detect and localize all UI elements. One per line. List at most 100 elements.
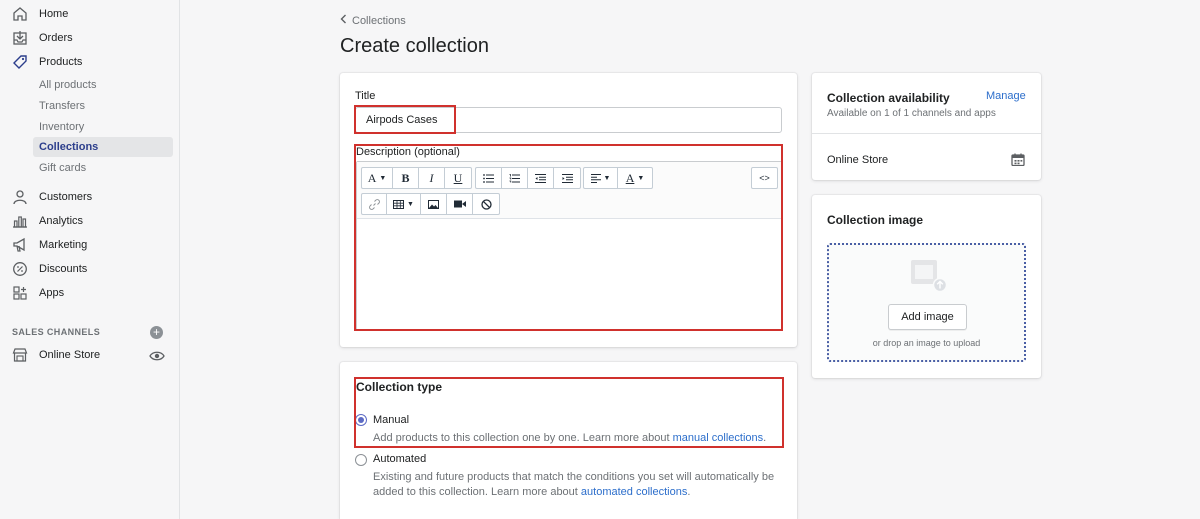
megaphone-icon [11, 236, 29, 254]
sidebar-item-label: Collections [39, 141, 99, 153]
breadcrumb[interactable]: Collections [340, 14, 406, 27]
collection-image-card: Collection image Add image or drop an im… [812, 195, 1041, 378]
html-toggle-button[interactable]: <> [752, 168, 777, 188]
insert-image-button[interactable] [421, 194, 447, 214]
clear-formatting-icon [480, 198, 492, 210]
discount-icon [11, 260, 29, 278]
title-label: Title [355, 90, 376, 102]
chevron-down-icon: ▼ [407, 200, 414, 208]
bold-icon: B [401, 170, 410, 185]
automated-collections-link[interactable]: automated collections [581, 486, 687, 498]
analytics-icon [11, 212, 29, 230]
manual-help-text: Add products to this collection one by o… [373, 431, 783, 446]
sales-channels-heading: SALES CHANNELS [12, 327, 101, 337]
description-editor: A ▼ B I U ▼ A ▼ <> ▼ [356, 161, 782, 331]
underline-button[interactable]: U [445, 168, 471, 188]
chevron-down-icon: ▼ [637, 174, 645, 182]
nav-online-store-label: Online Store [39, 349, 101, 361]
nav-customers[interactable]: Customers [0, 186, 180, 208]
availability-subtitle: Available on 1 of 1 channels and apps [827, 108, 996, 119]
nav-discounts[interactable]: Discounts [0, 258, 180, 280]
sidebar-item-label: Inventory [39, 121, 85, 133]
collection-type-card: Collection type Manual Add products to t… [340, 362, 797, 519]
align-left-icon [590, 173, 601, 183]
sidebar-item-gift-cards[interactable]: Gift cards [33, 158, 173, 178]
nav-discounts-label: Discounts [39, 263, 88, 275]
title-description-card: Title Airpods Cases Description (optiona… [340, 73, 797, 347]
text-color-button[interactable]: A ▼ [618, 168, 652, 188]
sidebar: Home Orders Products All products Transf… [0, 0, 180, 519]
sidebar-item-label: All products [39, 79, 97, 91]
manual-help: Add products to this collection one by o… [373, 432, 673, 444]
availability-title: Collection availability [827, 91, 950, 105]
sidebar-item-transfers[interactable]: Transfers [33, 96, 173, 116]
sidebar-item-label: Gift cards [39, 162, 87, 174]
home-icon [11, 5, 29, 23]
font-button[interactable]: A ▼ [362, 168, 393, 188]
tag-icon [11, 53, 29, 71]
toolbar-group-font: A ▼ B I U [361, 167, 472, 189]
breadcrumb-label: Collections [352, 14, 406, 27]
nav-orders[interactable]: Orders [0, 27, 180, 49]
outdent-button[interactable] [528, 168, 554, 188]
description-textarea[interactable] [357, 219, 781, 331]
orders-icon [11, 29, 29, 47]
bullet-list-icon [483, 173, 494, 183]
collection-availability-card: Collection availability Manage Available… [812, 73, 1041, 180]
sidebar-item-inventory[interactable]: Inventory [33, 117, 173, 137]
insert-video-button[interactable] [447, 194, 473, 214]
nav-products[interactable]: Products [0, 51, 180, 73]
calendar-icon[interactable] [1011, 153, 1025, 167]
indent-button[interactable] [554, 168, 580, 188]
sidebar-item-all-products[interactable]: All products [33, 75, 173, 95]
image-upload-icon [909, 258, 949, 294]
automated-radio[interactable] [355, 454, 367, 466]
nav-marketing-label: Marketing [39, 239, 88, 251]
manual-label: Manual [373, 414, 410, 426]
eye-icon[interactable] [149, 349, 165, 363]
toolbar-group-insert: ▼ [361, 193, 500, 215]
sidebar-item-label: Transfers [39, 100, 86, 112]
add-sales-channel-button[interactable]: + [150, 326, 163, 339]
apps-icon [11, 284, 29, 302]
manual-collections-link[interactable]: manual collections [673, 432, 764, 444]
toolbar-group-html: <> [751, 167, 778, 189]
automated-label: Automated [373, 453, 427, 465]
automated-help: Existing and future products that match … [373, 471, 775, 498]
bold-button[interactable]: B [393, 168, 419, 188]
image-dropzone[interactable]: Add image or drop an image to upload [827, 243, 1026, 362]
video-icon [453, 200, 466, 208]
nav-analytics-label: Analytics [39, 215, 84, 227]
nav-analytics[interactable]: Analytics [0, 210, 180, 232]
outdent-icon [535, 173, 546, 183]
insert-table-button[interactable]: ▼ [387, 194, 421, 214]
sidebar-item-collections[interactable]: Collections [33, 137, 173, 157]
image-icon [428, 199, 439, 209]
manual-radio[interactable] [355, 414, 367, 426]
numbered-list-button[interactable] [502, 168, 528, 188]
nav-marketing[interactable]: Marketing [0, 234, 180, 256]
link-icon [368, 198, 380, 210]
title-input-value: Airpods Cases [366, 114, 438, 126]
divider [812, 133, 1041, 134]
text-color-icon: A [625, 170, 635, 185]
nav-orders-label: Orders [39, 32, 73, 44]
insert-link-button[interactable] [362, 194, 387, 214]
add-image-button[interactable]: Add image [888, 304, 967, 330]
title-input[interactable]: Airpods Cases [355, 107, 782, 133]
bullet-list-button[interactable] [476, 168, 502, 188]
editor-toolbar: A ▼ B I U ▼ A ▼ <> ▼ [357, 162, 781, 219]
underline-icon: U [453, 170, 463, 185]
person-icon [11, 188, 29, 206]
manual-help-end: . [763, 432, 767, 444]
manage-link[interactable]: Manage [986, 90, 1026, 102]
align-button[interactable]: ▼ [584, 168, 618, 188]
nav-customers-label: Customers [39, 191, 93, 203]
nav-apps-label: Apps [39, 287, 65, 299]
clear-formatting-button[interactable] [473, 194, 499, 214]
nav-home[interactable]: Home [0, 3, 180, 25]
page-title: Create collection [340, 35, 489, 57]
italic-icon: I [429, 170, 434, 185]
italic-button[interactable]: I [419, 168, 445, 188]
nav-apps[interactable]: Apps [0, 282, 180, 304]
